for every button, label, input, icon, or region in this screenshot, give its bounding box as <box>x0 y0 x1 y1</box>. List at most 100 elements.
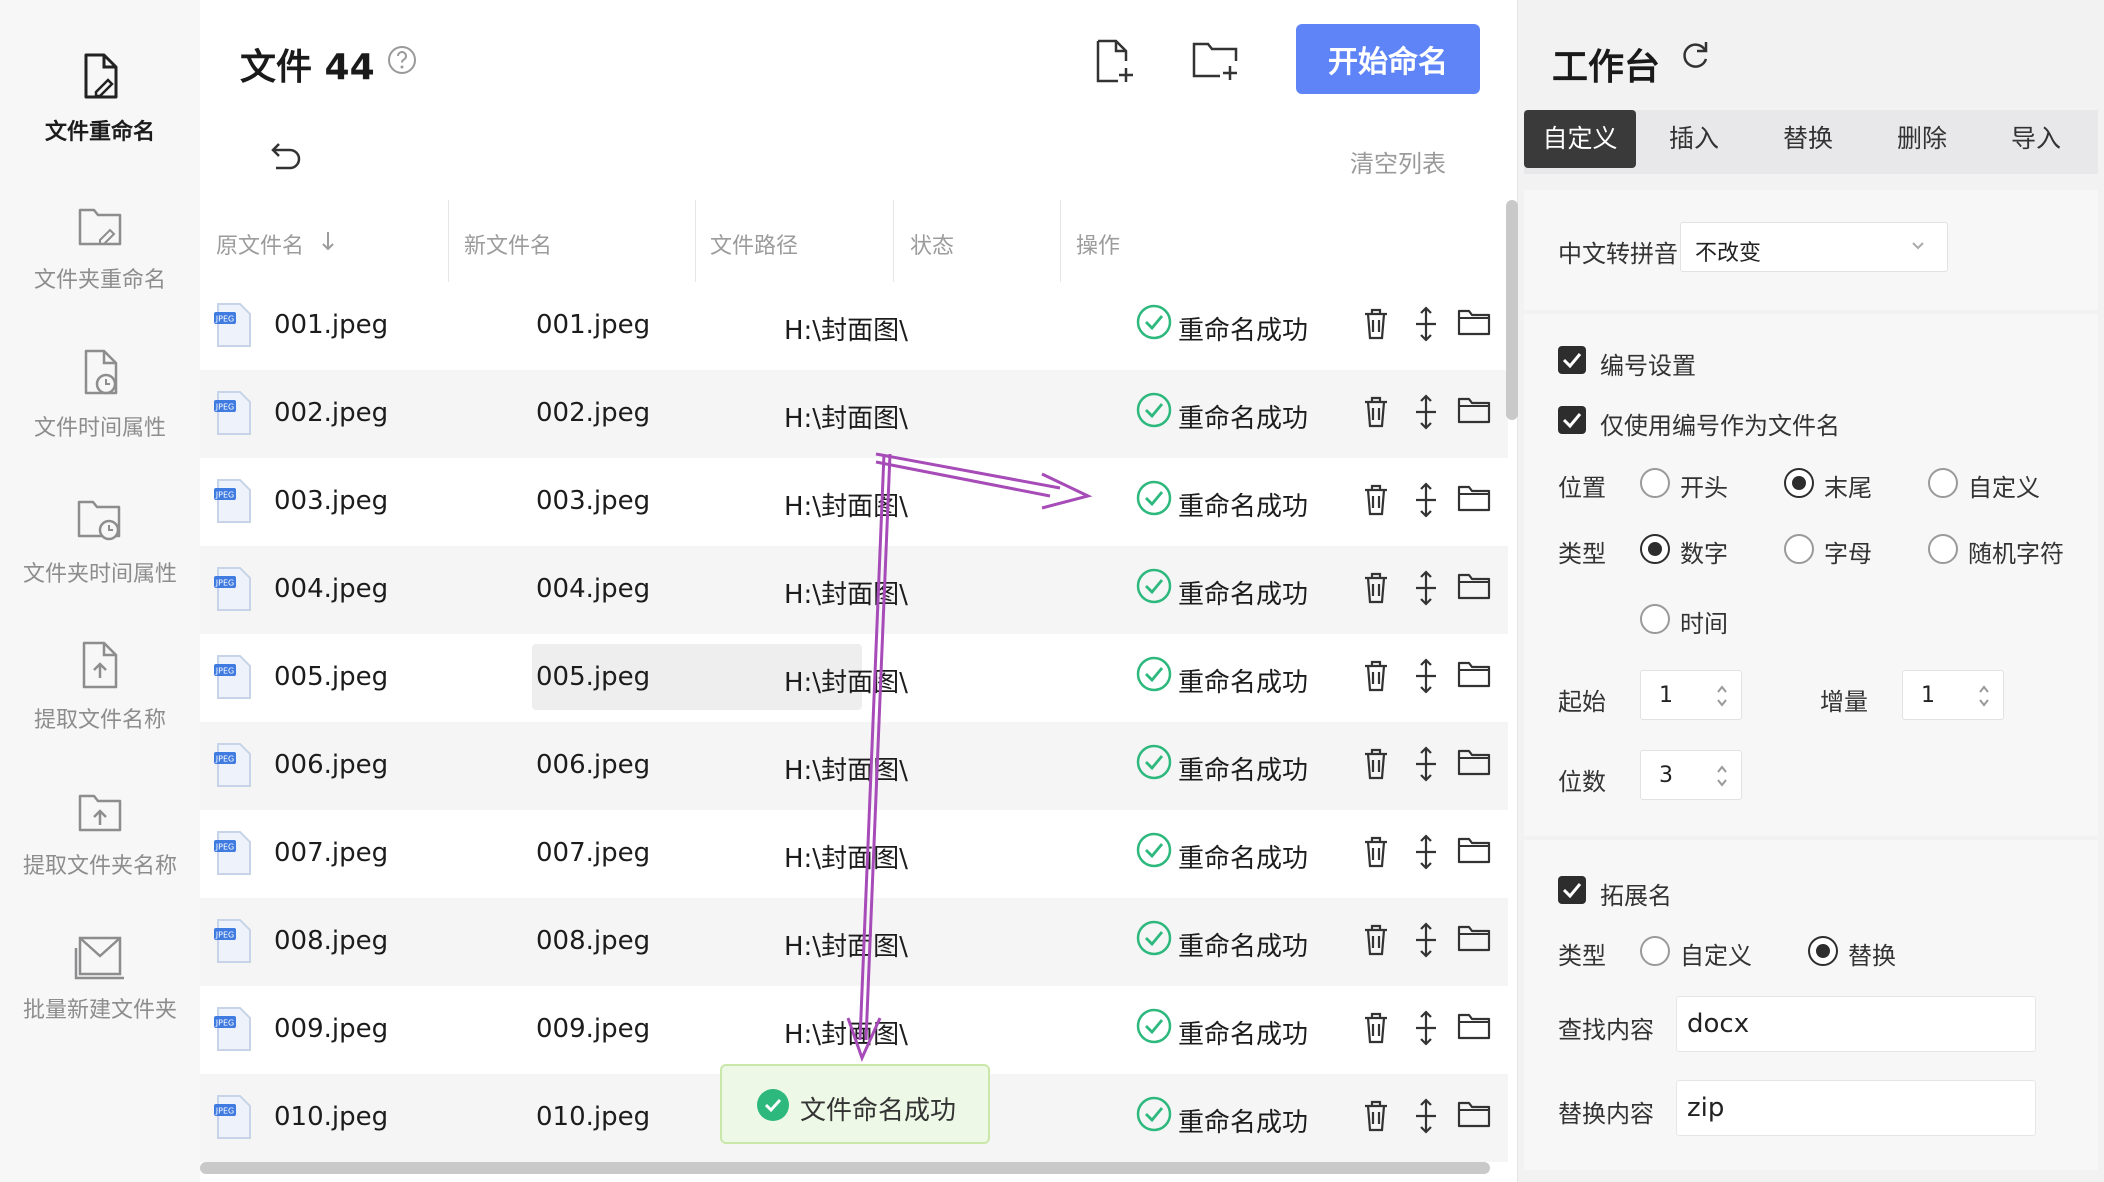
pinyin-select[interactable]: 不改变 <box>1680 222 1948 272</box>
add-file-icon[interactable] <box>1092 38 1136 86</box>
new-filename[interactable]: 001.jpeg <box>536 310 650 340</box>
file-edit-icon <box>84 53 118 99</box>
sidebar-item-extract-folder-names[interactable]: 提取文件夹名称 <box>0 788 200 918</box>
tab-import[interactable]: 导入 <box>1980 110 2092 168</box>
delete-icon[interactable] <box>1362 658 1390 694</box>
sidebar-item-batch-new-folder[interactable]: 批量新建文件夹 <box>0 934 200 1064</box>
numbering-checkbox[interactable] <box>1558 346 1586 374</box>
tab-insert[interactable]: 插入 <box>1638 110 1750 168</box>
open-folder-icon[interactable] <box>1456 834 1492 866</box>
position-radio-start[interactable] <box>1640 468 1670 498</box>
type-radio-letter[interactable] <box>1784 534 1814 564</box>
new-filename[interactable]: 005.jpeg <box>536 662 650 692</box>
delete-icon[interactable] <box>1362 746 1390 782</box>
start-stepper[interactable]: 1 <box>1640 670 1742 720</box>
type-radio-time[interactable] <box>1640 604 1670 634</box>
vertical-scrollbar[interactable] <box>1506 200 1518 420</box>
sidebar-item-file-rename[interactable]: 文件重命名 <box>0 52 200 182</box>
move-icon[interactable] <box>1412 482 1440 518</box>
find-field[interactable] <box>1676 996 2036 1052</box>
only-number-checkbox[interactable] <box>1558 406 1586 434</box>
table-row[interactable]: JPEG 004.jpeg 004.jpeg H:\封面图\ 重命名成功 <box>200 546 1508 634</box>
find-input[interactable] <box>1677 997 2035 1051</box>
table-row[interactable]: JPEG 006.jpeg 006.jpeg H:\封面图\ 重命名成功 <box>200 722 1508 810</box>
new-filename[interactable]: 009.jpeg <box>536 1014 650 1044</box>
delete-icon[interactable] <box>1362 394 1390 430</box>
sidebar-item-folder-rename[interactable]: 文件夹重命名 <box>0 202 200 332</box>
open-folder-icon[interactable] <box>1456 746 1492 778</box>
ext-type-radio-custom[interactable] <box>1640 936 1670 966</box>
new-filename[interactable]: 006.jpeg <box>536 750 650 780</box>
open-folder-icon[interactable] <box>1456 306 1492 338</box>
table-row[interactable]: JPEG 003.jpeg 003.jpeg H:\封面图\ 重命名成功 <box>200 458 1508 546</box>
delete-icon[interactable] <box>1362 482 1390 518</box>
move-icon[interactable] <box>1412 394 1440 430</box>
move-icon[interactable] <box>1412 1098 1440 1134</box>
open-folder-icon[interactable] <box>1456 658 1492 690</box>
delete-icon[interactable] <box>1362 1098 1390 1134</box>
sort-down-icon[interactable] <box>320 230 336 252</box>
delete-icon[interactable] <box>1362 1010 1390 1046</box>
open-folder-icon[interactable] <box>1456 394 1492 426</box>
move-icon[interactable] <box>1412 922 1440 958</box>
open-folder-icon[interactable] <box>1456 570 1492 602</box>
clear-list-button[interactable]: 清空列表 <box>1350 144 1446 179</box>
delete-icon[interactable] <box>1362 570 1390 606</box>
open-folder-icon[interactable] <box>1456 922 1492 954</box>
stepper-arrows-icon[interactable] <box>1715 681 1729 711</box>
open-folder-icon[interactable] <box>1456 1010 1492 1042</box>
ext-type-radio-replace[interactable] <box>1808 936 1838 966</box>
move-icon[interactable] <box>1412 834 1440 870</box>
status-text: 重命名成功 <box>1178 316 1309 346</box>
table-row[interactable]: JPEG 007.jpeg 007.jpeg H:\封面图\ 重命名成功 <box>200 810 1508 898</box>
type-radio-number[interactable] <box>1640 534 1670 564</box>
sidebar-item-file-time[interactable]: 文件时间属性 <box>0 348 200 478</box>
move-icon[interactable] <box>1412 746 1440 782</box>
increment-stepper[interactable]: 1 <box>1902 670 2004 720</box>
table-row[interactable]: JPEG 002.jpeg 002.jpeg H:\封面图\ 重命名成功 <box>200 370 1508 458</box>
undo-icon[interactable] <box>264 140 304 176</box>
refresh-icon[interactable] <box>1678 38 1712 74</box>
new-filename[interactable]: 008.jpeg <box>536 926 650 956</box>
table-row[interactable]: JPEG 005.jpeg 005.jpeg H:\封面图\ 重命名成功 <box>200 634 1508 722</box>
tab-replace[interactable]: 替换 <box>1752 110 1864 168</box>
extension-checkbox[interactable] <box>1558 876 1586 904</box>
delete-icon[interactable] <box>1362 834 1390 870</box>
move-icon[interactable] <box>1412 570 1440 606</box>
move-icon[interactable] <box>1412 1010 1440 1046</box>
type-radio-random[interactable] <box>1928 534 1958 564</box>
tab-delete[interactable]: 删除 <box>1866 110 1978 168</box>
move-icon[interactable] <box>1412 658 1440 694</box>
success-check-icon <box>1136 920 1172 956</box>
column-original-name[interactable]: 原文件名 <box>216 228 304 260</box>
help-icon[interactable] <box>386 44 418 76</box>
position-radio-custom[interactable] <box>1928 468 1958 498</box>
digits-stepper[interactable]: 3 <box>1640 750 1742 800</box>
file-type-label: JPEG <box>215 755 234 764</box>
new-filename[interactable]: 007.jpeg <box>536 838 650 868</box>
open-folder-icon[interactable] <box>1456 482 1492 514</box>
delete-icon[interactable] <box>1362 922 1390 958</box>
tab-custom[interactable]: 自定义 <box>1524 110 1636 168</box>
sidebar-item-folder-time[interactable]: 文件夹时间属性 <box>0 494 200 624</box>
new-filename[interactable]: 010.jpeg <box>536 1102 650 1132</box>
start-rename-button[interactable]: 开始命名 <box>1296 24 1480 94</box>
replace-field[interactable] <box>1676 1080 2036 1136</box>
table-row[interactable]: JPEG 009.jpeg 009.jpeg H:\封面图\ 重命名成功 <box>200 986 1508 1074</box>
add-folder-icon[interactable] <box>1190 38 1242 84</box>
new-filename[interactable]: 002.jpeg <box>536 398 650 428</box>
move-icon[interactable] <box>1412 306 1440 342</box>
delete-icon[interactable] <box>1362 306 1390 342</box>
table-row[interactable]: JPEG 008.jpeg 008.jpeg H:\封面图\ 重命名成功 <box>200 898 1508 986</box>
position-radio-end[interactable] <box>1784 468 1814 498</box>
type-option-label: 数字 <box>1680 540 1728 568</box>
stepper-arrows-icon[interactable] <box>1715 761 1729 791</box>
sidebar-item-extract-file-names[interactable]: 提取文件名称 <box>0 640 200 770</box>
horizontal-scrollbar[interactable] <box>200 1162 1490 1174</box>
new-filename[interactable]: 004.jpeg <box>536 574 650 604</box>
stepper-arrows-icon[interactable] <box>1977 681 1991 711</box>
table-row[interactable]: JPEG 001.jpeg 001.jpeg H:\封面图\ 重命名成功 <box>200 282 1508 370</box>
new-filename[interactable]: 003.jpeg <box>536 486 650 516</box>
open-folder-icon[interactable] <box>1456 1098 1492 1130</box>
replace-input[interactable] <box>1677 1081 2035 1135</box>
